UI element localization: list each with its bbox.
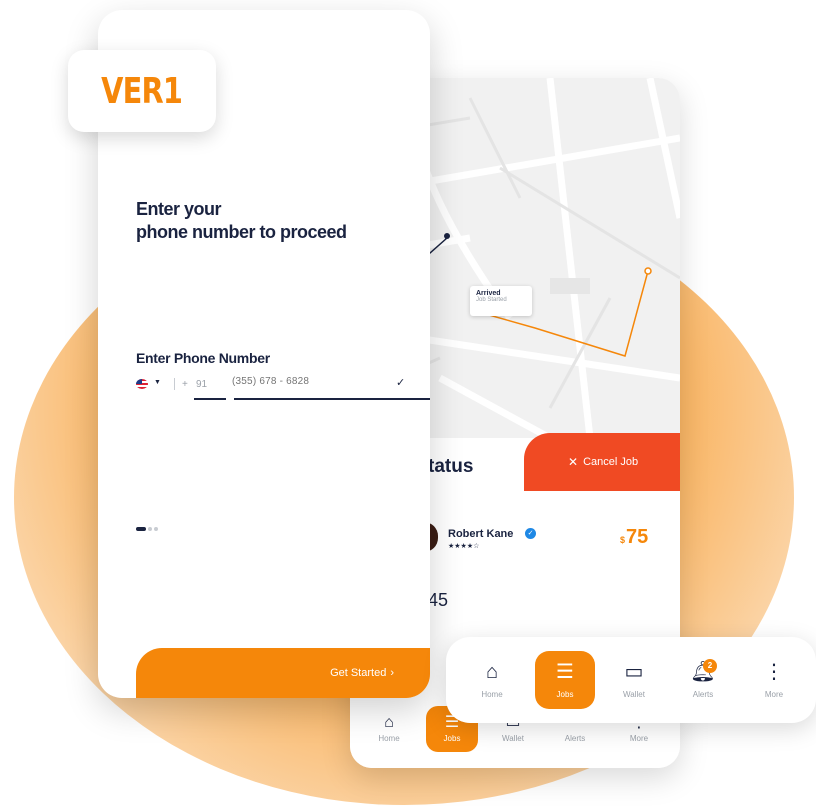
jobs-icon: ☰ [556,661,574,683]
page-dot [154,526,158,531]
close-icon: ✕ [568,455,579,469]
check-icon: ✓ [396,377,406,389]
price-currency: $ [620,535,626,545]
driver-name: Robert Kane [448,528,514,540]
back-tab-home[interactable]: ⌂ Home [364,712,414,743]
tab-home[interactable]: ⌂ Home [464,655,520,699]
tab-more[interactable]: ⋮ More [746,655,802,699]
country-code-prefix: + [182,379,188,390]
tab-label: Home [481,690,503,699]
logo: VER1 [101,70,183,112]
page-dot-active [136,526,146,531]
marker-title: Arrived [476,290,501,297]
logo-badge: VER1 [68,50,216,132]
map-marker-card: Arrived Job Started [470,286,532,316]
back-tab-label: Alerts [564,734,586,743]
back-tab-label: Jobs [443,734,461,743]
divider [174,378,175,390]
get-started-label: Get Started [330,667,387,679]
country-code-underline [194,398,226,400]
login-heading: Enter your phone number to proceed [136,198,347,244]
back-tab-label: More [629,734,649,743]
us-flag-icon[interactable] [136,379,148,389]
tab-label: Wallet [623,690,645,699]
home-icon: ⌂ [485,661,499,683]
tab-wallet[interactable]: ▭ Wallet [606,655,662,699]
tab-alerts[interactable]: 🔔︎ 2 Alerts [675,655,731,699]
back-tab-label: Wallet [502,734,524,743]
more-icon: ⋮ [764,661,784,683]
back-tab-label: Home [378,734,400,743]
get-started-button[interactable]: Get Started › [136,648,430,698]
eta-value: 45 [428,590,449,610]
phone-number-input[interactable] [232,376,392,387]
driver-rating: ★★★★☆ [448,543,480,550]
phone-input-underline [234,398,430,400]
home-icon: ⌂ [384,714,394,731]
chevron-right-icon: › [390,667,394,679]
phone-field-label: Enter Phone Number [136,350,270,366]
pagination-dots [136,520,160,538]
tab-label: Alerts [692,690,714,699]
start-pin-icon [444,233,450,239]
job-price: $75 [620,526,648,549]
alerts-badge: 2 [703,659,717,673]
heading-line-1: Enter your [136,199,222,219]
verified-icon: ✓ [525,528,536,539]
heading-line-2: phone number to proceed [136,222,347,242]
job-status-title: tatus [428,456,474,477]
tab-jobs[interactable]: ☰ Jobs [535,651,595,709]
tab-bar: ⌂ Home ☰ Jobs ▭ Wallet 🔔︎ 2 Alerts ⋮ Mor… [446,637,816,723]
country-code[interactable]: 91 [196,379,207,390]
destination-pin-icon [644,267,652,275]
chevron-down-icon[interactable]: ▼ [154,379,161,386]
cancel-job-button[interactable]: ✕ Cancel Job [524,433,680,491]
marker-subtitle: Job Started [476,297,507,303]
price-value: 75 [626,526,649,548]
bell-icon: 🔔︎ [690,661,716,683]
page-dot [148,526,152,531]
tab-label: More [764,690,784,699]
cancel-job-label: Cancel Job [583,456,639,468]
wallet-icon: ▭ [624,661,644,683]
tab-label: Jobs [556,690,574,699]
